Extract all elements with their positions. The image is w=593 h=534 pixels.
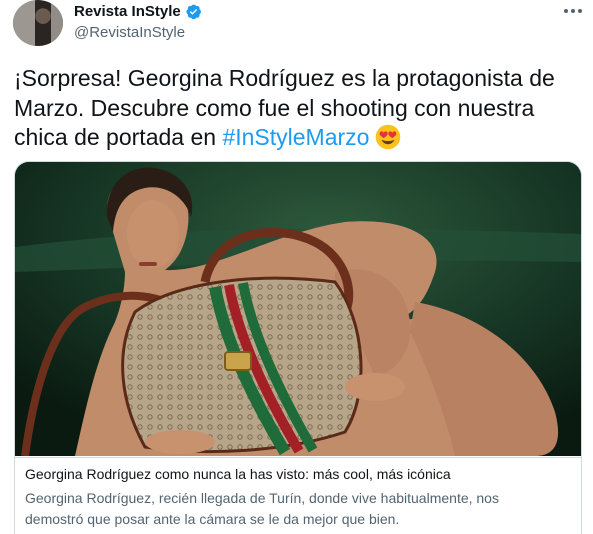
card-description[interactable]: Georgina Rodríguez, recién llegada de Tu… <box>25 488 545 530</box>
more-options-icon[interactable] <box>562 0 584 22</box>
avatar[interactable] <box>13 0 63 46</box>
handle[interactable]: @RevistaInStyle <box>74 24 185 41</box>
hashtag-link[interactable]: #InStyleMarzo <box>222 124 369 150</box>
tweet-header: Revista InStyle @RevistaInStyle <box>0 0 593 52</box>
tweet-text: ¡Sorpresa! Georgina Rodríguez es la prot… <box>14 64 582 153</box>
author-name-row[interactable]: Revista InStyle <box>74 3 202 20</box>
display-name[interactable]: Revista InStyle <box>74 3 181 20</box>
verified-badge-icon <box>186 4 201 20</box>
card-text[interactable]: Georgina Rodríguez como nunca la has vis… <box>15 457 581 534</box>
heart-eyes-emoji-icon <box>376 124 401 150</box>
link-card[interactable]: Georgina Rodríguez como nunca la has vis… <box>14 161 582 534</box>
card-title[interactable]: Georgina Rodríguez como nunca la has vis… <box>25 466 451 482</box>
card-image[interactable] <box>15 162 581 456</box>
